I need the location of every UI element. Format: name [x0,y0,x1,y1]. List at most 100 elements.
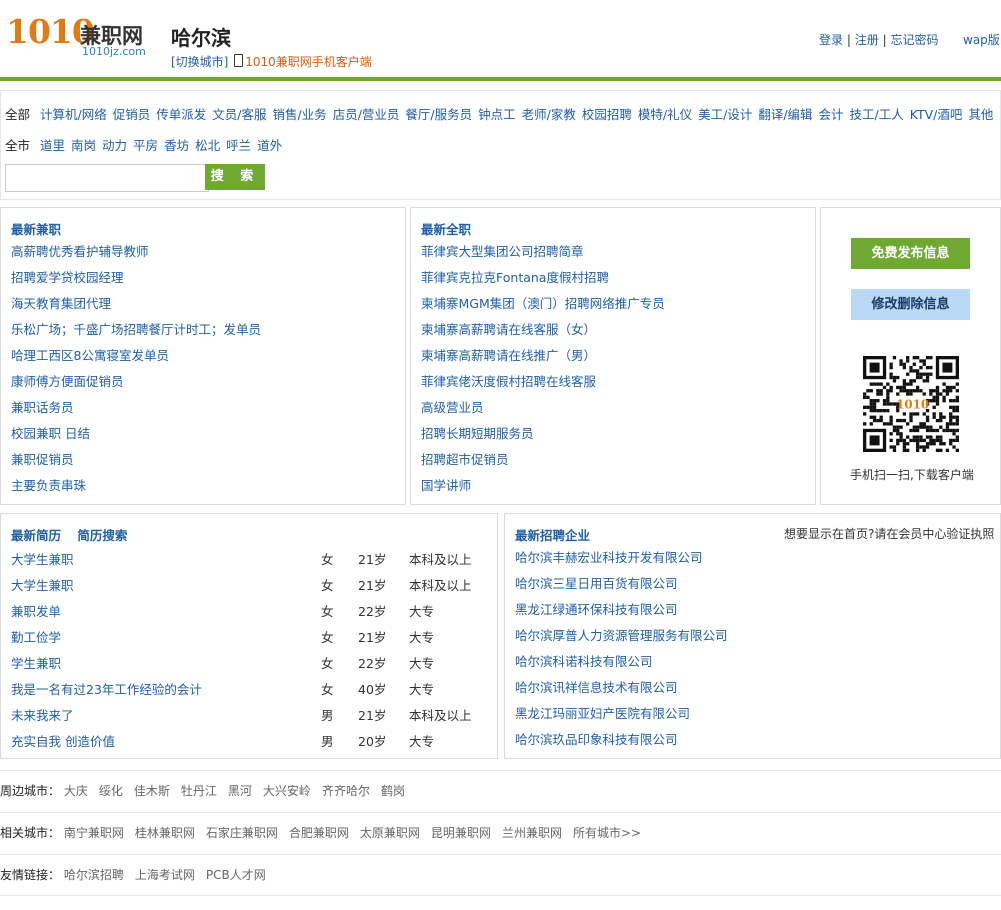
friend-link[interactable]: 上海考试网 [135,868,195,882]
category-link[interactable]: 其他 [968,107,993,122]
friend-link[interactable]: 哈尔滨招聘 [64,868,124,882]
parttime-job-link[interactable]: 乐松广场；千盛广场招聘餐厅计时工；发单员 [11,322,261,337]
category-all[interactable]: 全部 [5,107,30,122]
related-city-link[interactable]: 石家庄兼职网 [206,826,278,840]
parttime-job-link[interactable]: 康师傅方便面促销员 [11,374,124,389]
category-link[interactable]: 模特/礼仪 [638,107,692,122]
resume-link[interactable]: 勤工俭学 [11,630,61,645]
fulltime-job-link[interactable]: 招聘长期短期服务员 [421,426,534,441]
search-button[interactable]: 搜 索 [205,164,265,190]
district-link[interactable]: 呼兰 [226,138,251,153]
district-all[interactable]: 全市 [5,138,30,153]
nearby-city-link[interactable]: 齐齐哈尔 [322,784,370,798]
parttime-job-link[interactable]: 兼职促销员 [11,452,74,467]
category-link[interactable]: 文员/客服 [212,107,266,122]
category-link[interactable]: 钟点工 [478,107,516,122]
fulltime-job-link[interactable]: 国学讲师 [421,478,471,493]
category-link[interactable]: 会计 [819,107,844,122]
resume-link[interactable]: 大学生兼职 [11,578,74,593]
parttime-job-link[interactable]: 兼职话务员 [11,400,74,415]
resume-name-cell: 我是一名有过23年工作经验的会计 [11,675,321,701]
register-link[interactable]: 注册 [855,33,879,47]
fulltime-job-link[interactable]: 柬埔寨MGM集团（澳门）招聘网络推广专员 [421,296,665,311]
company-link[interactable]: 哈尔滨科诺科技有限公司 [515,654,653,669]
nearby-city-link[interactable]: 鹤岗 [381,784,405,798]
category-link[interactable]: 销售/业务 [272,107,326,122]
company-link[interactable]: 哈尔滨厚普人力资源管理服务有限公司 [515,628,728,643]
modify-delete-button[interactable]: 修改删除信息 [851,289,970,320]
category-link[interactable]: 校园招聘 [582,107,632,122]
parttime-job-link[interactable]: 招聘爱学贷校园经理 [11,270,124,285]
category-link[interactable]: 计算机/网络 [40,107,107,122]
parttime-job-link[interactable]: 高薪聘优秀看护辅导教师 [11,244,149,259]
district-link[interactable]: 香坊 [164,138,189,153]
resume-link[interactable]: 兼职发单 [11,604,61,619]
district-link[interactable]: 动力 [102,138,127,153]
district-link[interactable]: 南岗 [71,138,96,153]
related-city-link[interactable]: 所有城市>> [573,826,641,840]
nearby-city-link[interactable]: 牡丹江 [181,784,217,798]
nearby-city-link[interactable]: 佳木斯 [134,784,170,798]
nearby-city-link[interactable]: 大兴安岭 [263,784,311,798]
resume-link[interactable]: 充实自我 创造价值 [11,734,115,749]
category-link[interactable]: 餐厅/服务员 [405,107,472,122]
company-link[interactable]: 黑龙江绿通环保科技有限公司 [515,602,678,617]
company-link[interactable]: 哈尔滨讯祥信息技术有限公司 [515,680,678,695]
fulltime-job-link[interactable]: 招聘超市促销员 [421,452,509,467]
related-city-link[interactable]: 桂林兼职网 [135,826,195,840]
verify-license-note[interactable]: 想要显示在首页?请在会员中心验证执照 [784,525,994,542]
resume-link[interactable]: 学生兼职 [11,656,61,671]
site-logo[interactable]: 1010 兼职网 1010jz.com [6,12,156,62]
related-city-link[interactable]: 太原兼职网 [360,826,420,840]
company-link[interactable]: 哈尔滨三星日用百货有限公司 [515,576,678,591]
category-link[interactable]: 传单派发 [156,107,206,122]
parttime-job-link[interactable]: 哈理工西区8公寓寝室发单员 [11,348,169,363]
category-link[interactable]: 美工/设计 [698,107,752,122]
nearby-city-link[interactable]: 绥化 [99,784,123,798]
category-link[interactable]: 店员/营业员 [333,107,400,122]
fulltime-job-link[interactable]: 菲律宾大型集团公司招聘简章 [421,244,584,259]
company-link[interactable]: 哈尔滨玖品印象科技有限公司 [515,732,678,747]
forgot-password-link[interactable]: 忘记密码 [890,33,938,47]
fulltime-job-link[interactable]: 柬埔寨高薪聘请在线推广（男） [421,348,596,363]
fulltime-job-link[interactable]: 菲律宾佬沃度假村招聘在线客服 [421,374,596,389]
company-link[interactable]: 哈尔滨丰赫宏业科技开发有限公司 [515,550,703,565]
switch-city-link[interactable]: [切换城市] [171,55,228,69]
resume-link[interactable]: 未来我来了 [11,708,74,723]
related-city-link[interactable]: 合肥兼职网 [289,826,349,840]
free-publish-button[interactable]: 免费发布信息 [851,238,970,269]
mobile-app-link[interactable]: 1010兼职网手机客户端 [245,55,372,69]
category-link[interactable]: KTV/酒吧 [910,107,963,122]
category-link[interactable]: 老师/家教 [522,107,576,122]
category-link[interactable]: 翻译/编辑 [758,107,812,122]
district-link[interactable]: 松北 [195,138,220,153]
district-link[interactable]: 道里 [40,138,65,153]
nearby-city-link[interactable]: 大庆 [64,784,88,798]
parttime-job-link[interactable]: 海天教育集团代理 [11,296,111,311]
search-input[interactable] [5,164,209,192]
category-link[interactable]: 技工/工人 [850,107,904,122]
resume-education: 本科及以上 [409,577,472,593]
fulltime-job-link[interactable]: 高级营业员 [421,400,484,415]
resume-link[interactable]: 大学生兼职 [11,552,74,567]
company-link[interactable]: 黑龙江玛丽亚妇产医院有限公司 [515,706,690,721]
district-link[interactable]: 道外 [257,138,282,153]
district-link[interactable]: 平房 [133,138,158,153]
friend-link[interactable]: PCB人才网 [206,868,266,882]
resume-education: 本科及以上 [409,707,472,723]
fulltime-job-link[interactable]: 菲律宾克拉克Fontana度假村招聘 [421,270,609,285]
resume-name-cell: 兼职发单 [11,597,321,623]
related-city-link[interactable]: 昆明兼职网 [431,826,491,840]
related-city-link[interactable]: 南宁兼职网 [64,826,124,840]
fulltime-job-link[interactable]: 柬埔寨高薪聘请在线客服（女） [421,322,596,337]
resume-link[interactable]: 我是一名有过23年工作经验的会计 [11,682,202,697]
parttime-job-link[interactable]: 校园兼职 日结 [11,426,90,441]
tab-latest-resumes[interactable]: 最新简历 [11,528,61,543]
login-link[interactable]: 登录 [819,33,843,47]
nearby-city-link[interactable]: 黑河 [228,784,252,798]
category-link[interactable]: 促销员 [113,107,151,122]
related-city-link[interactable]: 兰州兼职网 [502,826,562,840]
parttime-job-link[interactable]: 主要负责串珠 [11,478,86,493]
wap-link[interactable]: wap版 [963,31,1000,48]
tab-resume-search[interactable]: 简历搜索 [77,528,127,543]
